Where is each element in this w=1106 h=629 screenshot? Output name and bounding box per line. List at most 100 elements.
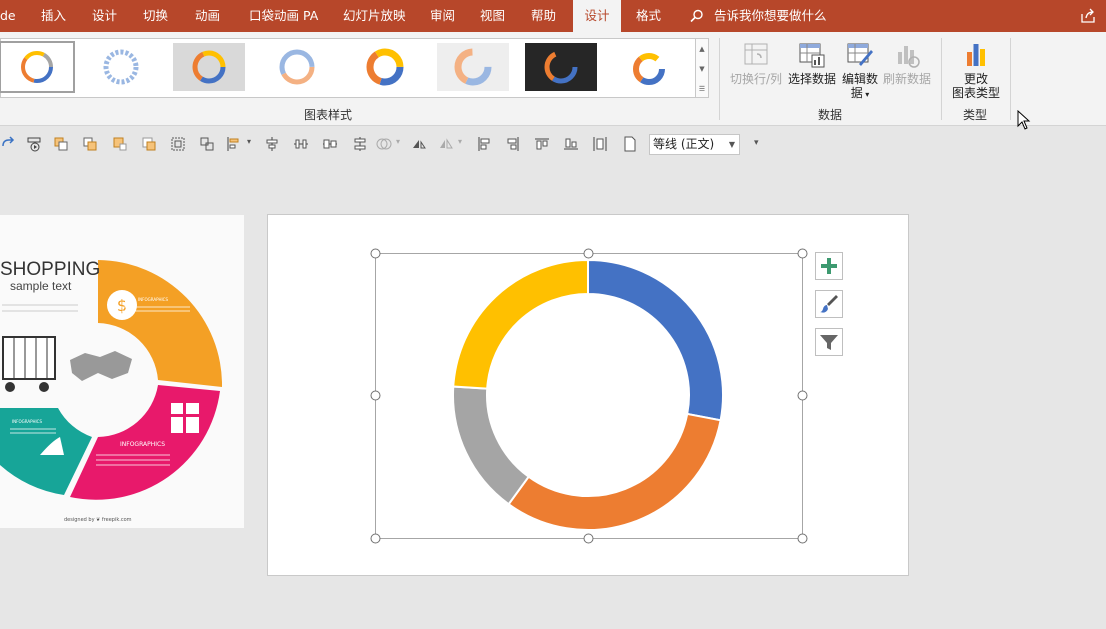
gallery-more-icon[interactable]: ☰ bbox=[696, 79, 708, 99]
align-edge-bottom-icon[interactable] bbox=[563, 136, 579, 152]
chart-style-8[interactable] bbox=[613, 43, 685, 91]
distribute-horizontal-icon[interactable] bbox=[293, 136, 309, 152]
flip-icon[interactable] bbox=[411, 136, 427, 152]
chart-style-2[interactable] bbox=[85, 43, 157, 91]
switch-row-column-icon bbox=[744, 43, 768, 65]
toolbar-overflow-icon[interactable]: ▾ bbox=[754, 138, 759, 148]
chart-filters-button[interactable] bbox=[815, 328, 843, 356]
chart-style-6[interactable] bbox=[437, 43, 509, 91]
align-edge-left-icon[interactable] bbox=[476, 136, 492, 152]
type-group-label: 类型 bbox=[963, 108, 988, 122]
infographic-subtitle: sample text bbox=[10, 279, 72, 293]
font-dropdown-icon[interactable]: ▼ bbox=[729, 135, 735, 154]
edit-data-label-2: 据 bbox=[850, 86, 863, 100]
tab-help[interactable]: 帮助 bbox=[531, 0, 556, 32]
gallery-down-arrow-icon[interactable]: ▼ bbox=[696, 59, 708, 79]
tab-transitions[interactable]: 切换 bbox=[143, 0, 168, 32]
ribbon-panel: ▲ ▼ ☰ 图表样式 切换行/列 选择数据 编辑数 据 ▾ 刷新数据 数据 更改 bbox=[0, 32, 1106, 126]
merge-dropdown-icon[interactable]: ▾ bbox=[396, 137, 400, 146]
infographic-label-b: INFOGRAPHICS bbox=[120, 441, 166, 448]
edit-data-button[interactable]: 编辑数 据 ▾ bbox=[840, 40, 880, 102]
chart-styles-group-label: 图表样式 bbox=[304, 108, 353, 122]
infographic-label-c: INFOGRAPHICS bbox=[12, 419, 43, 424]
select-data-button[interactable]: 选择数据 bbox=[787, 40, 837, 86]
ribbon-separator bbox=[719, 38, 720, 120]
font-name-select[interactable]: 等线 (正文) ▼ bbox=[649, 134, 740, 155]
change-chart-type-label-2: 图表类型 bbox=[951, 86, 1000, 100]
align-edge-top-icon[interactable] bbox=[534, 136, 550, 152]
gallery-up-arrow-icon[interactable]: ▲ bbox=[696, 39, 708, 59]
plus-icon bbox=[821, 258, 837, 274]
tab-design-partial[interactable]: de bbox=[0, 0, 16, 32]
chart-styles-gallery[interactable] bbox=[0, 38, 696, 98]
rotate-dropdown-icon[interactable]: ▾ bbox=[458, 137, 462, 146]
share-icon[interactable] bbox=[1080, 8, 1096, 24]
tell-me-text: 告诉我你想要做什么 bbox=[714, 8, 827, 23]
quick-format-toolbar: ▾ ▾ ▾ bbox=[0, 130, 1106, 158]
filter-icon bbox=[820, 335, 838, 350]
tab-animations[interactable]: 动画 bbox=[195, 0, 220, 32]
tab-design[interactable]: 设计 bbox=[92, 0, 117, 32]
play-preview-icon[interactable] bbox=[26, 136, 42, 152]
ribbon-separator bbox=[941, 38, 942, 120]
select-data-icon bbox=[799, 43, 825, 68]
tab-review[interactable]: 审阅 bbox=[430, 0, 455, 32]
brush-icon bbox=[820, 295, 838, 313]
tab-pocket-animation[interactable]: 口袋动画 PA bbox=[249, 0, 318, 32]
chart-style-7[interactable] bbox=[525, 43, 597, 91]
tab-format[interactable]: 格式 bbox=[636, 0, 661, 32]
infographic-image[interactable]: $ SHOPPING sample text INFOGRAPHICS INFO… bbox=[0, 215, 244, 528]
dollar-icon: $ bbox=[117, 296, 127, 315]
infographic-title: SHOPPING bbox=[0, 259, 101, 280]
powerpoint-window: de 插入 设计 切换 动画 口袋动画 PA 幻灯片放映 审阅 视图 帮助 设计… bbox=[0, 0, 1106, 629]
switch-row-column-label: 切换行/列 bbox=[729, 72, 783, 86]
chart-style-1[interactable] bbox=[0, 41, 75, 93]
infographic-label-a: INFOGRAPHICS bbox=[138, 297, 169, 302]
distribute-vertical-icon[interactable] bbox=[592, 136, 608, 152]
slide-canvas[interactable] bbox=[267, 214, 909, 576]
bring-forward-icon[interactable] bbox=[53, 136, 69, 152]
tab-chart-design[interactable]: 设计 bbox=[573, 0, 621, 32]
send-backward-icon[interactable] bbox=[82, 136, 98, 152]
rotate-icon[interactable] bbox=[438, 136, 454, 152]
send-to-back-icon[interactable] bbox=[141, 136, 157, 152]
tell-me-search[interactable]: 告诉我你想要做什么 bbox=[690, 0, 827, 32]
edit-data-label-1: 编辑数 bbox=[841, 72, 878, 86]
bring-to-front-icon[interactable] bbox=[112, 136, 128, 152]
ribbon-tab-bar: de 插入 设计 切换 动画 口袋动画 PA 幻灯片放映 审阅 视图 帮助 设计… bbox=[0, 0, 1106, 32]
chart-elements-button[interactable] bbox=[815, 252, 843, 280]
chart-style-5[interactable] bbox=[349, 43, 421, 91]
select-data-label: 选择数据 bbox=[787, 72, 836, 86]
mouse-cursor-icon bbox=[1017, 110, 1031, 130]
redo-icon[interactable] bbox=[0, 136, 16, 152]
chart-style-4[interactable] bbox=[261, 43, 333, 91]
new-page-icon[interactable] bbox=[622, 136, 638, 152]
change-chart-type-icon bbox=[967, 44, 985, 66]
align-left-icon[interactable] bbox=[226, 136, 242, 152]
align-center-icon[interactable] bbox=[264, 136, 280, 152]
font-name-value: 等线 (正文) bbox=[653, 137, 715, 151]
ungroup-icon[interactable] bbox=[199, 136, 215, 152]
align-dropdown-icon[interactable]: ▾ bbox=[247, 137, 251, 146]
refresh-data-label: 刷新数据 bbox=[882, 72, 931, 86]
infographic-credit: designed by ❦ freepik.com bbox=[64, 517, 132, 523]
tab-insert[interactable]: 插入 bbox=[41, 0, 66, 32]
chart-style-3[interactable] bbox=[173, 43, 245, 91]
align-edge-right-icon[interactable] bbox=[505, 136, 521, 152]
merge-shapes-icon[interactable] bbox=[376, 136, 392, 152]
change-chart-type-button[interactable]: 更改 图表类型 bbox=[948, 40, 1004, 100]
tab-slideshow[interactable]: 幻灯片放映 bbox=[343, 0, 406, 32]
tab-view[interactable]: 视图 bbox=[480, 0, 505, 32]
align-bottom-icon[interactable] bbox=[352, 136, 368, 152]
align-middle-icon[interactable] bbox=[322, 136, 338, 152]
group-icon[interactable] bbox=[170, 136, 186, 152]
chart-styles-button[interactable] bbox=[815, 290, 843, 318]
gallery-scroller[interactable]: ▲ ▼ ☰ bbox=[696, 38, 709, 98]
change-chart-type-label-1: 更改 bbox=[963, 72, 988, 86]
refresh-data-button[interactable]: 刷新数据 bbox=[882, 40, 932, 86]
ribbon-separator bbox=[1010, 38, 1011, 120]
edit-data-icon bbox=[847, 43, 873, 66]
search-icon bbox=[690, 9, 703, 23]
edit-data-dropdown-icon[interactable]: ▾ bbox=[863, 90, 869, 99]
switch-row-column-button[interactable]: 切换行/列 bbox=[728, 40, 784, 86]
